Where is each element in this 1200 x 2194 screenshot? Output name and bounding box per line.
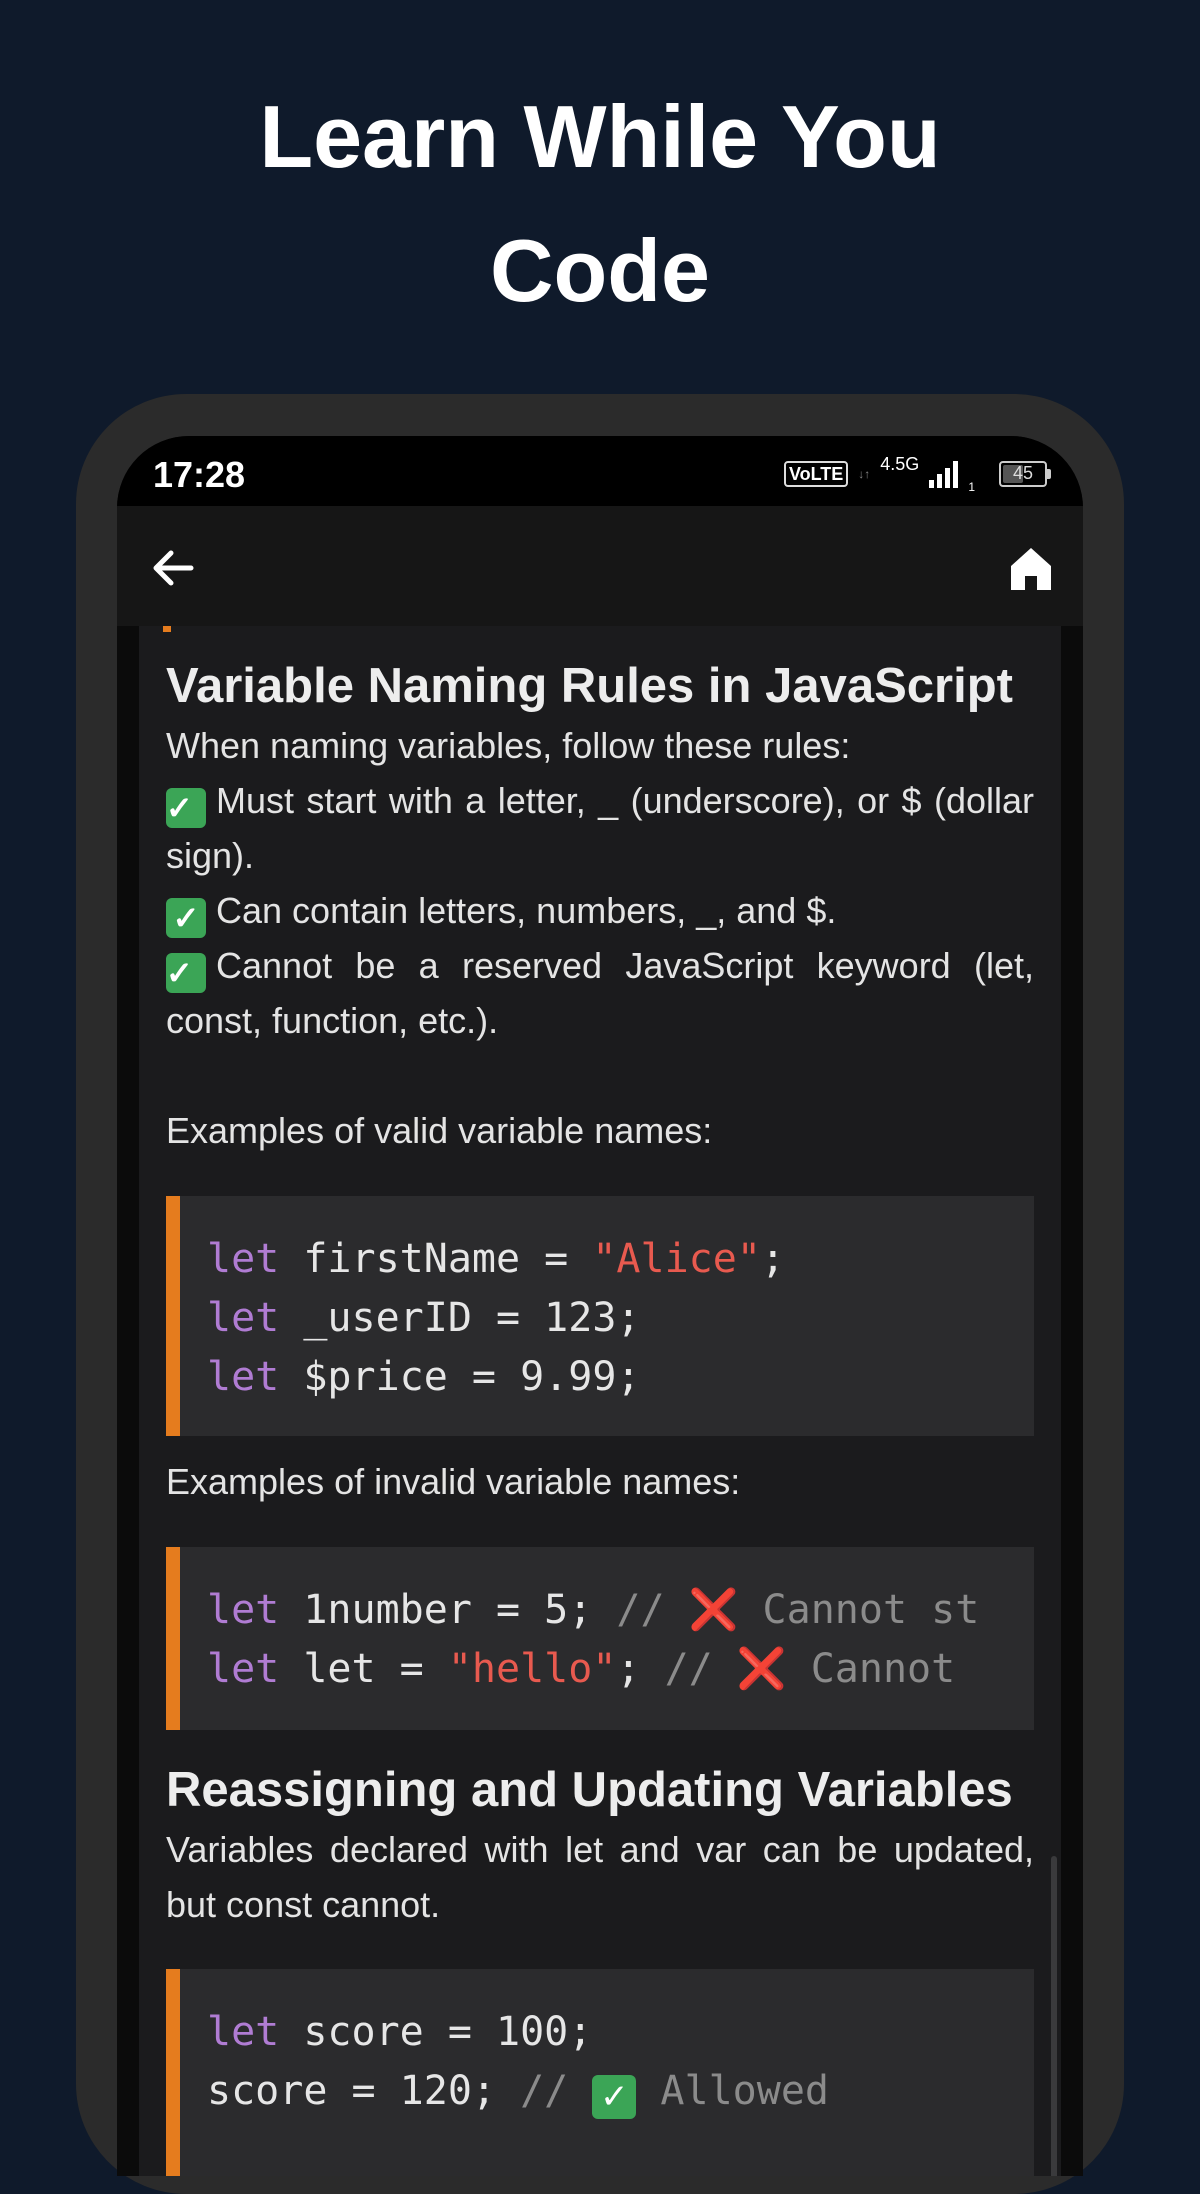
status-time: 17:28 [153, 454, 246, 495]
cross-mark-icon: ❌ [736, 1646, 787, 1692]
network-type: 4.5G [880, 453, 920, 474]
app-bar [117, 506, 1083, 626]
code-block-valid: let firstName = "Alice"; let _userID = 12… [166, 1196, 1034, 1436]
phone-screen: 17:28 VoLTE ↓↑ 4.5G 1 45 Variable Naming… [117, 436, 1083, 2176]
rules-intro: When naming variables, follow these rule… [166, 725, 851, 766]
code-line: let score = 100; [207, 2009, 593, 2055]
code-line: score = 120; // ✓ Allowed [207, 2068, 829, 2119]
home-button[interactable] [1007, 544, 1055, 592]
check-mark-icon: ✓ [592, 2075, 637, 2119]
home-icon [1011, 548, 1051, 590]
promo-title: Learn While You Code [0, 70, 1200, 338]
section-heading-reassigning: Reassigning and Updating Variables [166, 1763, 1013, 1817]
sim-number: 1 [968, 480, 975, 494]
signal-strength-icon [929, 460, 959, 488]
check-icon: ✓ [166, 898, 206, 938]
battery-icon: 45 [999, 461, 1051, 487]
battery-level: 45 [1012, 463, 1034, 483]
scrollbar-thumb[interactable] [1051, 1856, 1057, 2176]
check-icon: ✓ [166, 953, 206, 993]
code-line: let 1number = 5; // ❌ Cannot st [207, 1587, 980, 1633]
scroll-accent [163, 626, 171, 632]
lesson-content[interactable]: Variable Naming Rules in JavaScript When… [139, 626, 1061, 2176]
status-bar: 17:28 VoLTE ↓↑ 4.5G 1 45 [117, 436, 1083, 506]
valid-examples-label: Examples of valid variable names: [166, 1110, 713, 1151]
code-line: let _userID = 123; [207, 1295, 641, 1341]
data-activity-icon: ↓↑ [858, 467, 871, 481]
back-button[interactable] [145, 540, 201, 596]
rule-item: ✓ Must start with a letter, _ (underscore… [166, 773, 1034, 883]
arrow-left-icon [153, 550, 194, 586]
code-line: let let = "hello"; // ❌ Cannot [207, 1646, 956, 1692]
code-line: let firstName = "Alice"; [207, 1236, 785, 1282]
cross-mark-icon: ❌ [688, 1587, 739, 1633]
check-icon: ✓ [166, 788, 206, 828]
code-block-update: let score = 100; score = 120; // ✓ Allowe… [166, 1969, 1034, 2176]
rule-text: Can contain letters, numbers, _, and $. [216, 890, 837, 931]
volte-badge: VoLTE [783, 461, 849, 487]
rule-item: ✓ Cannot be a reserved JavaScript keyword… [166, 938, 1034, 1048]
rule-text: Must start with a letter, _ (underscore)… [166, 780, 1034, 876]
promo-title-line1: Learn While You [259, 87, 941, 186]
invalid-examples-label: Examples of invalid variable names: [166, 1461, 741, 1502]
section-heading-naming-rules: Variable Naming Rules in JavaScript [166, 659, 1013, 713]
status-indicators: VoLTE ↓↑ 4.5G 1 45 [783, 453, 1051, 494]
rule-text: Cannot be a reserved JavaScript keyword … [166, 945, 1034, 1041]
update-paragraph: Variables declared with let and var can … [166, 1829, 1034, 1925]
code-line: let $price = 9.99; [207, 1354, 641, 1400]
code-block-invalid: let 1number = 5; // ❌ Cannot st let let =… [166, 1547, 1034, 1730]
promo-title-line2: Code [490, 221, 710, 320]
rule-item: ✓ Can contain letters, numbers, _, and $. [166, 883, 1034, 938]
